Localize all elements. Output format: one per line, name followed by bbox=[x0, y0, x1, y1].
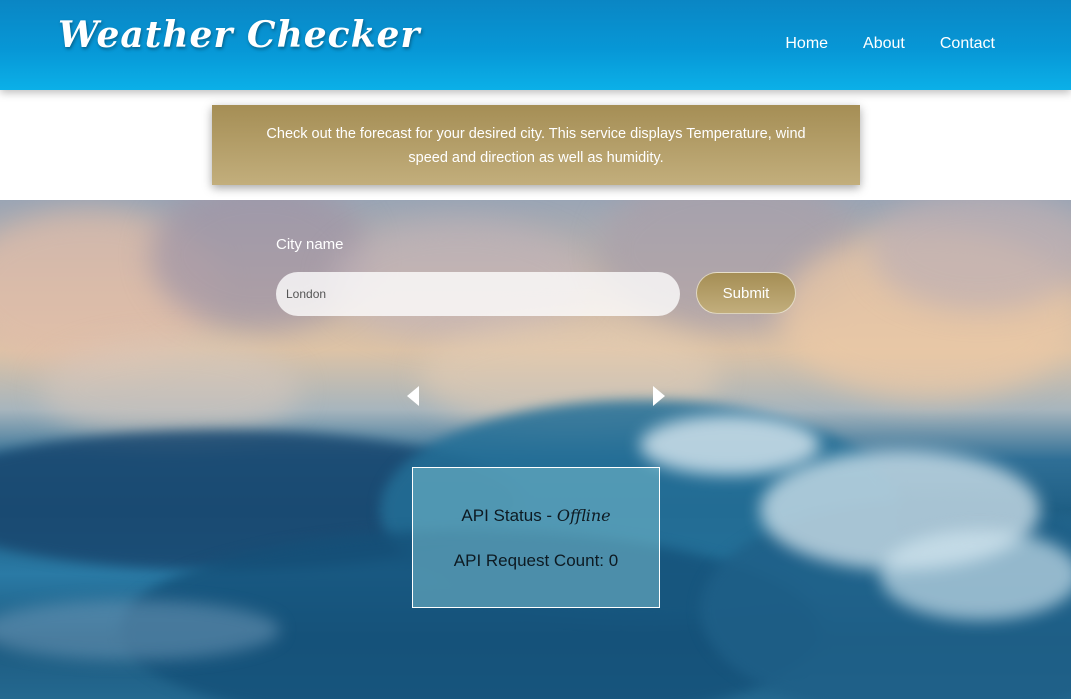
nav-about-link[interactable]: About bbox=[863, 35, 905, 53]
nav-home-link[interactable]: Home bbox=[785, 35, 828, 53]
api-status-line: API Status - Offline bbox=[413, 506, 659, 526]
city-name-label: City name bbox=[276, 236, 344, 253]
intro-banner: Check out the forecast for your desired … bbox=[212, 105, 860, 185]
caret-left-icon[interactable] bbox=[407, 386, 419, 406]
caret-right-icon[interactable] bbox=[653, 386, 665, 406]
main-nav: Home About Contact bbox=[785, 35, 995, 53]
api-request-count-value: 0 bbox=[608, 551, 619, 570]
api-request-count-line: API Request Count: 0 bbox=[413, 551, 659, 571]
api-status-value: Offline bbox=[556, 506, 611, 525]
site-logo[interactable]: Weather Checker bbox=[58, 14, 420, 56]
api-request-count-label: API Request Count: bbox=[453, 551, 609, 570]
nav-contact-link[interactable]: Contact bbox=[940, 35, 995, 53]
submit-button[interactable]: Submit bbox=[696, 272, 796, 314]
site-header: Weather Checker Home About Contact bbox=[0, 0, 1071, 90]
city-name-input[interactable] bbox=[276, 272, 680, 316]
api-status-panel: API Status - Offline API Request Count: … bbox=[412, 467, 660, 608]
api-status-label: API Status - bbox=[461, 506, 557, 525]
